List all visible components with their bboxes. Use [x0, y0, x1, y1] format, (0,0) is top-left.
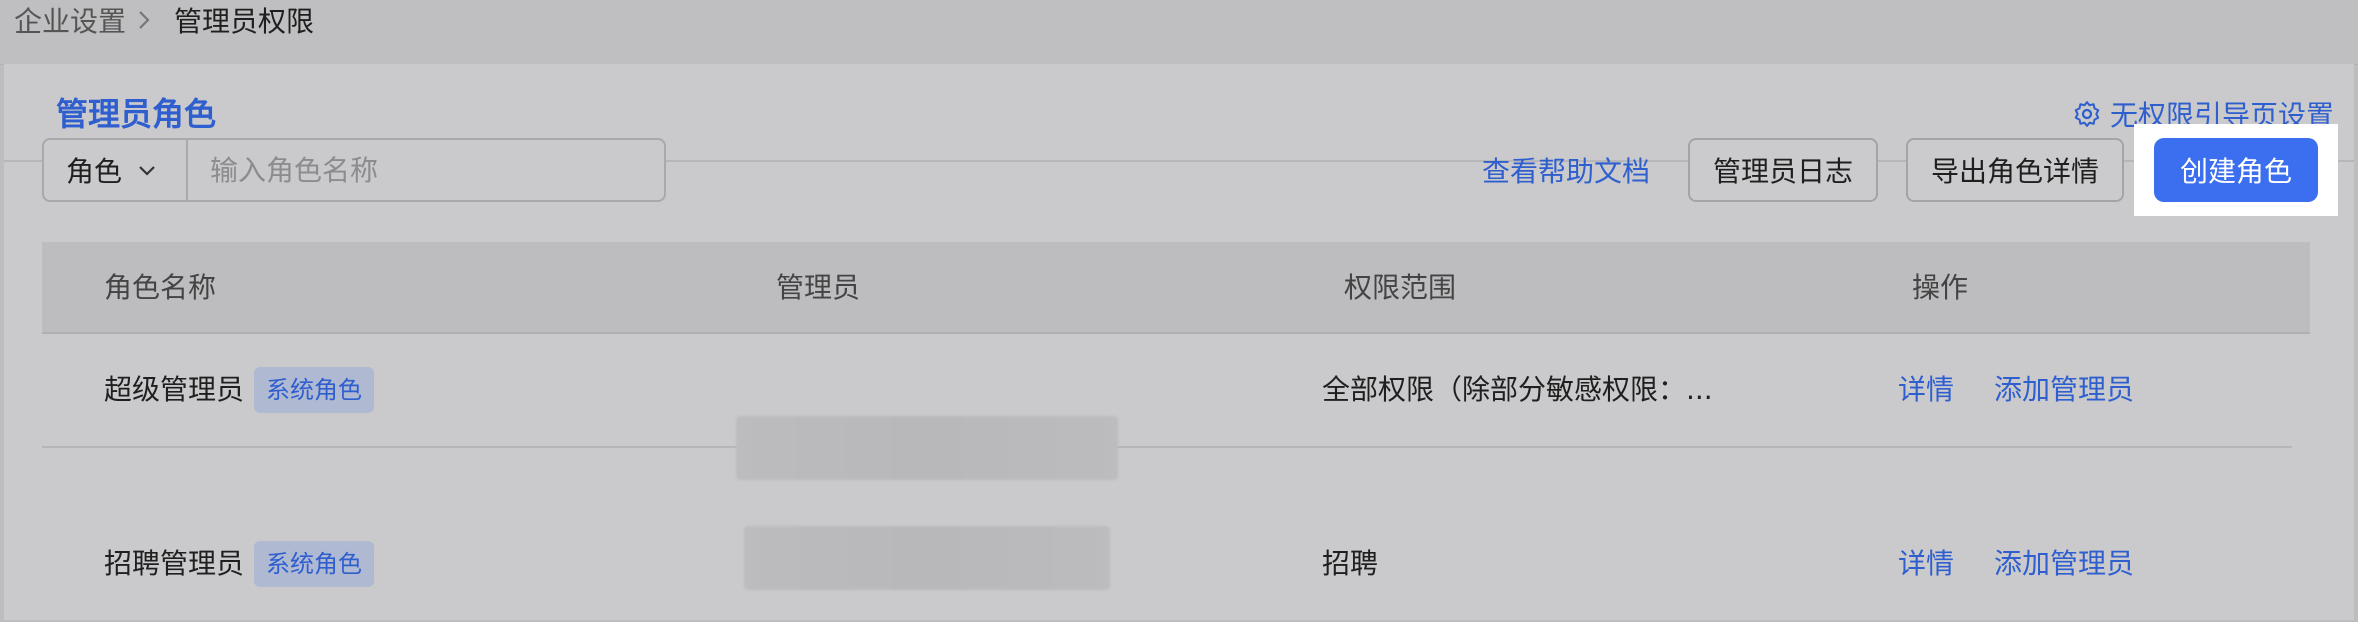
permission-scope: 招聘 [1322, 547, 1379, 580]
export-role-details-button[interactable]: 导出角色详情 [1906, 138, 2124, 202]
column-header-role-name: 角色名称 [104, 271, 217, 304]
add-admin-link[interactable]: 添加管理员 [1994, 370, 2134, 410]
table-row-super-admin: 超级管理员 系统角色 全部权限（除部分敏感权限：... 详情 添加管理员 [42, 334, 2292, 480]
details-link[interactable]: 详情 [1898, 544, 1954, 584]
add-admin-link[interactable]: 添加管理员 [1994, 544, 2134, 584]
role-name: 超级管理员 [104, 373, 245, 406]
search-group: 角色 [42, 138, 666, 202]
admin-list-redacted [736, 416, 1118, 480]
system-role-badge: 系统角色 [254, 367, 374, 413]
column-header-actions: 操作 [1912, 271, 1969, 304]
chevron-right-icon [139, 11, 150, 29]
create-role-button[interactable]: 创建角色 [2154, 138, 2318, 202]
admin-log-button[interactable]: 管理员日志 [1688, 138, 1878, 202]
system-role-badge: 系统角色 [254, 541, 374, 587]
tab-admin-roles[interactable]: 管理员角色 [56, 92, 216, 136]
admin-list-redacted [744, 526, 1110, 590]
top-bar: 企业设置 管理员权限 [0, 0, 2358, 65]
table-header: 角色名称 管理员 权限范围 操作 [42, 242, 2310, 334]
details-link[interactable]: 详情 [1898, 370, 1954, 410]
gear-icon [2074, 101, 2100, 127]
breadcrumb-current: 管理员权限 [174, 5, 315, 38]
role-name-search-input[interactable] [188, 140, 664, 200]
column-header-scope: 权限范围 [1344, 271, 1457, 304]
role-name: 招聘管理员 [104, 547, 245, 580]
breadcrumb-parent[interactable]: 企业设置 [14, 2, 126, 42]
column-header-admins: 管理员 [776, 271, 861, 304]
role-filter-select[interactable]: 角色 [44, 140, 188, 200]
help-docs-link[interactable]: 查看帮助文档 [1482, 152, 1650, 192]
table-row-recruit-admin: 招聘管理员 系统角色 招聘 详情 添加管理员 [42, 508, 2292, 620]
role-filter-value: 角色 [66, 155, 123, 188]
chevron-down-icon [139, 166, 155, 176]
permission-scope: 全部权限（除部分敏感权限：... [1322, 373, 1713, 406]
